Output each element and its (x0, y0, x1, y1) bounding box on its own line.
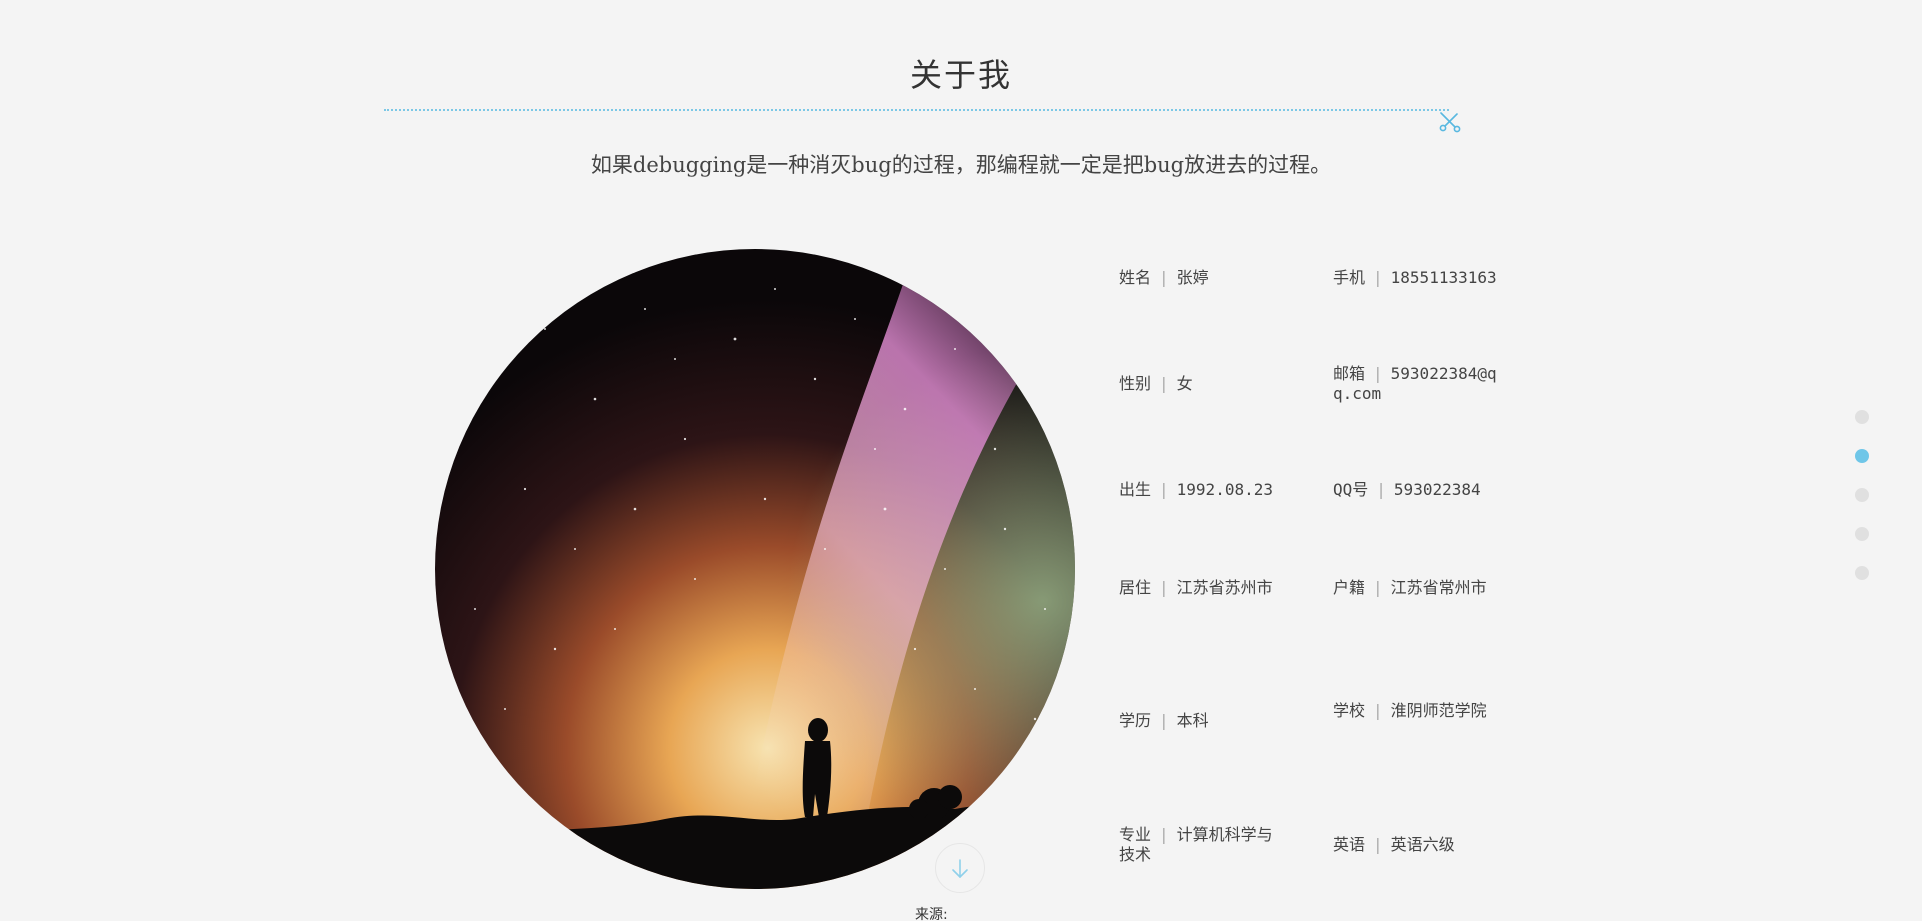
info-english: 英语 | 英语六级 (1333, 835, 1455, 854)
section-nav-dots (1855, 410, 1869, 605)
motto-text: 如果debugging是一种消灭bug的过程，那编程就一定是把bug放进去的过程… (590, 153, 1332, 177)
nav-dot[interactable] (1855, 527, 1869, 541)
profile-photo (435, 249, 1075, 889)
info-name: 姓名 | 张婷 (1119, 268, 1209, 287)
nav-dot[interactable] (1855, 566, 1869, 580)
info-education: 学历 | 本科 (1119, 711, 1209, 730)
scroll-down-button[interactable] (935, 843, 985, 893)
info-hometown: 户籍 | 江苏省常州市 (1333, 578, 1487, 597)
info-phone: 手机 | 18551133163 (1333, 268, 1497, 287)
info-residence: 居住 | 江苏省苏州市 (1119, 578, 1273, 597)
nav-dot[interactable] (1855, 410, 1869, 424)
info-qq: QQ号 | 593022384 (1333, 480, 1481, 499)
about-page: 关于我 如果debugging是一种消灭bug的过程，那编程就一定是把bug放进… (0, 0, 1922, 921)
info-email: 邮箱 | 593022384@qq.com (1333, 364, 1497, 403)
nav-dot[interactable] (1855, 488, 1869, 502)
dotted-divider (384, 109, 1449, 111)
info-school: 学校 | 淮阴师范学院 (1333, 701, 1487, 720)
info-birth: 出生 | 1992.08.23 (1119, 480, 1273, 499)
scissor-icon (1439, 112, 1461, 133)
page-title: 关于我 (909, 56, 1012, 94)
nav-dot-active[interactable] (1855, 449, 1869, 463)
info-gender: 性别 | 女 (1119, 374, 1193, 393)
arrow-down-icon (952, 859, 968, 878)
info-major: 专业 | 计算机科学与技术 (1119, 825, 1273, 864)
source-label: 来源: (915, 907, 948, 921)
